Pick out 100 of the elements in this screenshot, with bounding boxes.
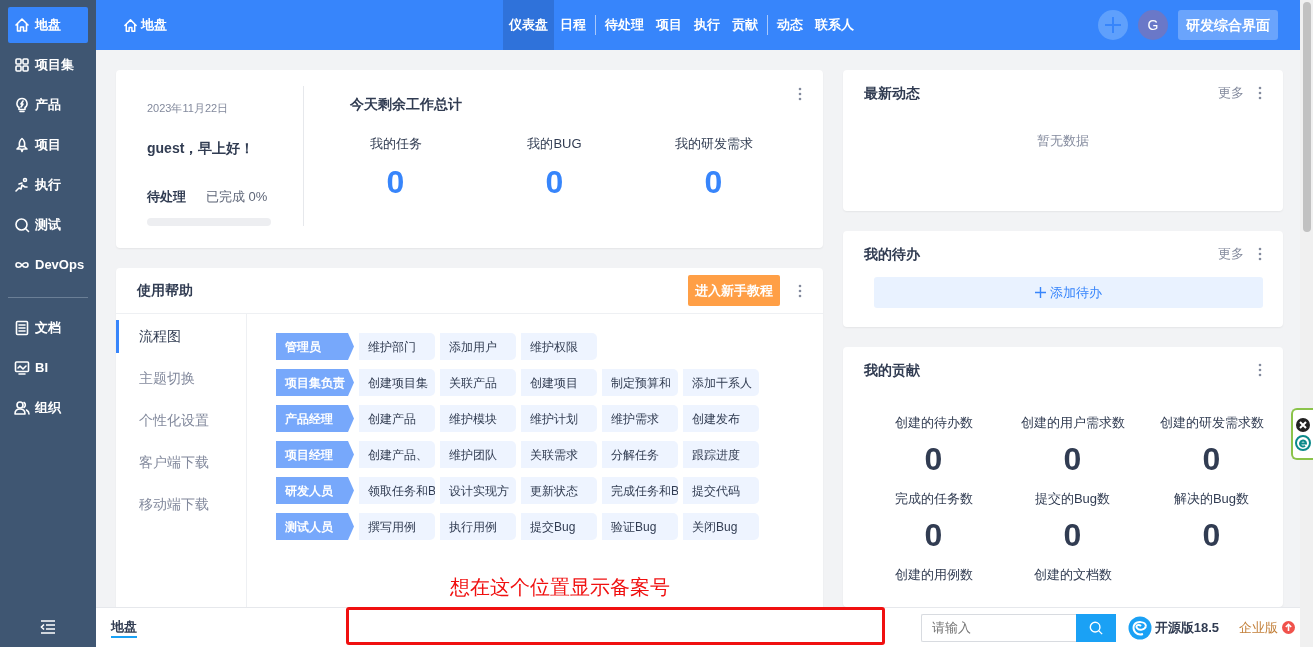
more-options-icon[interactable] xyxy=(1258,363,1262,377)
stat-value: 0 xyxy=(1063,442,1082,475)
more-options-icon[interactable] xyxy=(1258,86,1262,100)
stat-value: 0 xyxy=(1202,442,1221,475)
stat-value: 0 xyxy=(924,518,943,551)
help-menu-item[interactable]: 移动端下载 xyxy=(116,488,246,521)
nav-tab[interactable]: 日程 xyxy=(554,0,592,50)
flow-step[interactable]: 维护部门 xyxy=(359,333,435,360)
help-menu-item[interactable]: 个性化设置 xyxy=(116,404,246,437)
flow-step[interactable]: 创建产品 xyxy=(359,405,435,432)
flow-step[interactable]: 维护权限 xyxy=(521,333,597,360)
search-button[interactable] xyxy=(1075,613,1116,642)
search-icon xyxy=(14,217,30,233)
flow-step[interactable]: 分解任务 xyxy=(602,441,678,468)
collapse-menu-icon[interactable] xyxy=(40,619,56,634)
flow-step[interactable]: 更新状态 xyxy=(521,477,597,504)
letter-e-icon[interactable] xyxy=(1295,434,1311,451)
flow-step[interactable]: 维护模块 xyxy=(440,405,516,432)
pending-label: 待处理 xyxy=(147,187,186,206)
flow-step[interactable]: 执行用例 xyxy=(440,513,516,540)
flow-step[interactable]: 验证Bug xyxy=(602,513,678,540)
user-avatar[interactable]: G xyxy=(1138,10,1168,40)
flow-step[interactable]: 维护需求 xyxy=(602,405,678,432)
help-menu-item[interactable]: 主题切换 xyxy=(116,362,246,395)
home-icon xyxy=(14,17,30,33)
stat-label: 解决的Bug数 xyxy=(1173,490,1250,508)
more-link[interactable]: 更多 xyxy=(1218,244,1244,264)
empty-state-text: 暂无数据 xyxy=(1036,132,1090,150)
help-menu-item[interactable]: 流程图 xyxy=(116,320,246,353)
flow-step[interactable]: 维护团队 xyxy=(440,441,516,468)
flow-step[interactable]: 创建产品、 xyxy=(359,441,435,468)
flow-step[interactable]: 创建项目集 xyxy=(359,369,435,396)
flow-step[interactable]: 设计实现方 xyxy=(440,477,516,504)
plus-icon xyxy=(1035,287,1047,299)
summary-title: 今天剩余工作总计 xyxy=(350,95,463,114)
flow-step[interactable]: 跟踪进度 xyxy=(683,441,759,468)
nav-tab[interactable]: 动态 xyxy=(771,0,809,50)
stat-value: 0 xyxy=(704,165,723,198)
help-menu-item[interactable]: 客户端下载 xyxy=(116,446,246,479)
nav-tab[interactable]: 待处理 xyxy=(599,0,650,50)
users-icon xyxy=(14,400,30,416)
stat-label: 我的任务 xyxy=(369,135,422,153)
more-options-icon[interactable] xyxy=(798,87,802,101)
nav-tab[interactable]: 项目 xyxy=(650,0,688,50)
swirl-logo-icon xyxy=(1127,615,1152,640)
stat-label: 创建的文档数 xyxy=(1033,566,1112,584)
scrollbar-thumb[interactable] xyxy=(1303,2,1311,232)
sidebar-item[interactable]: 项目集 xyxy=(8,47,88,83)
flow-step[interactable]: 提交代码 xyxy=(683,477,759,504)
flow-step[interactable]: 添加用户 xyxy=(440,333,516,360)
more-link[interactable]: 更多 xyxy=(1218,83,1244,103)
role-tag: 项目集负责 xyxy=(276,369,354,396)
stat-value: 0 xyxy=(924,442,943,475)
stat-label: 我的研发需求 xyxy=(674,135,753,153)
flow-step[interactable]: 关闭Bug xyxy=(683,513,759,540)
role-tag: 项目经理 xyxy=(276,441,354,468)
flow-step[interactable]: 领取任务和B xyxy=(359,477,435,504)
document-icon xyxy=(14,320,30,336)
flow-step[interactable]: 撰写用例 xyxy=(359,513,435,540)
breadcrumb-link[interactable]: 地盘 xyxy=(141,15,168,35)
upgrade-icon xyxy=(1282,621,1295,634)
role-tag: 测试人员 xyxy=(276,513,354,540)
sidebar-item[interactable]: 文档 xyxy=(8,310,88,346)
card-title: 最新动态 xyxy=(864,83,920,103)
stat-value: 0 xyxy=(1202,518,1221,551)
plus-icon xyxy=(1104,16,1122,34)
stat-label: 完成的任务数 xyxy=(894,490,973,508)
nav-tab[interactable]: 执行 xyxy=(688,0,726,50)
more-options-icon[interactable] xyxy=(798,283,802,298)
flow-step[interactable]: 维护计划 xyxy=(521,405,597,432)
nav-tab[interactable]: 贡献 xyxy=(726,0,764,50)
stat-label: 提交的Bug数 xyxy=(1034,490,1111,508)
sidebar-item[interactable]: DevOps xyxy=(8,247,88,283)
stat-value: 0 xyxy=(545,165,564,198)
sidebar-item[interactable]: BI xyxy=(8,350,88,386)
flow-step[interactable]: 关联产品 xyxy=(440,369,516,396)
sidebar-item[interactable]: 测试 xyxy=(8,207,88,243)
stat-label: 我的BUG xyxy=(527,135,582,153)
flow-step[interactable]: 制定预算和 xyxy=(602,369,678,396)
flow-step[interactable]: 添加干系人 xyxy=(683,369,759,396)
more-options-icon[interactable] xyxy=(1258,247,1262,262)
role-tag: 管理员 xyxy=(276,333,354,360)
flow-step[interactable]: 创建发布 xyxy=(683,405,759,432)
completion-text: 已完成 0% xyxy=(206,187,268,206)
footer-tab[interactable]: 地盘 xyxy=(111,617,137,638)
sidebar-item[interactable]: 项目 xyxy=(8,127,88,163)
search-field[interactable]: 请输入 xyxy=(920,613,1076,642)
nav-tab[interactable]: 联系人 xyxy=(809,0,860,50)
nav-tab[interactable]: 仪表盘 xyxy=(503,0,554,50)
monitor-icon xyxy=(14,360,30,376)
sidebar-item[interactable]: 地盘 xyxy=(8,7,88,43)
flow-step[interactable]: 关联需求 xyxy=(521,441,597,468)
sidebar-item[interactable]: 执行 xyxy=(8,167,88,203)
flow-step[interactable]: 提交Bug xyxy=(521,513,597,540)
close-icon[interactable] xyxy=(1296,417,1310,432)
flow-step[interactable]: 创建项目 xyxy=(521,369,597,396)
sidebar-item[interactable]: 产品 xyxy=(8,87,88,123)
flow-step[interactable]: 完成任务和B xyxy=(602,477,678,504)
sidebar-item[interactable]: 组织 xyxy=(8,390,88,426)
card-title: 我的贡献 xyxy=(864,360,920,380)
